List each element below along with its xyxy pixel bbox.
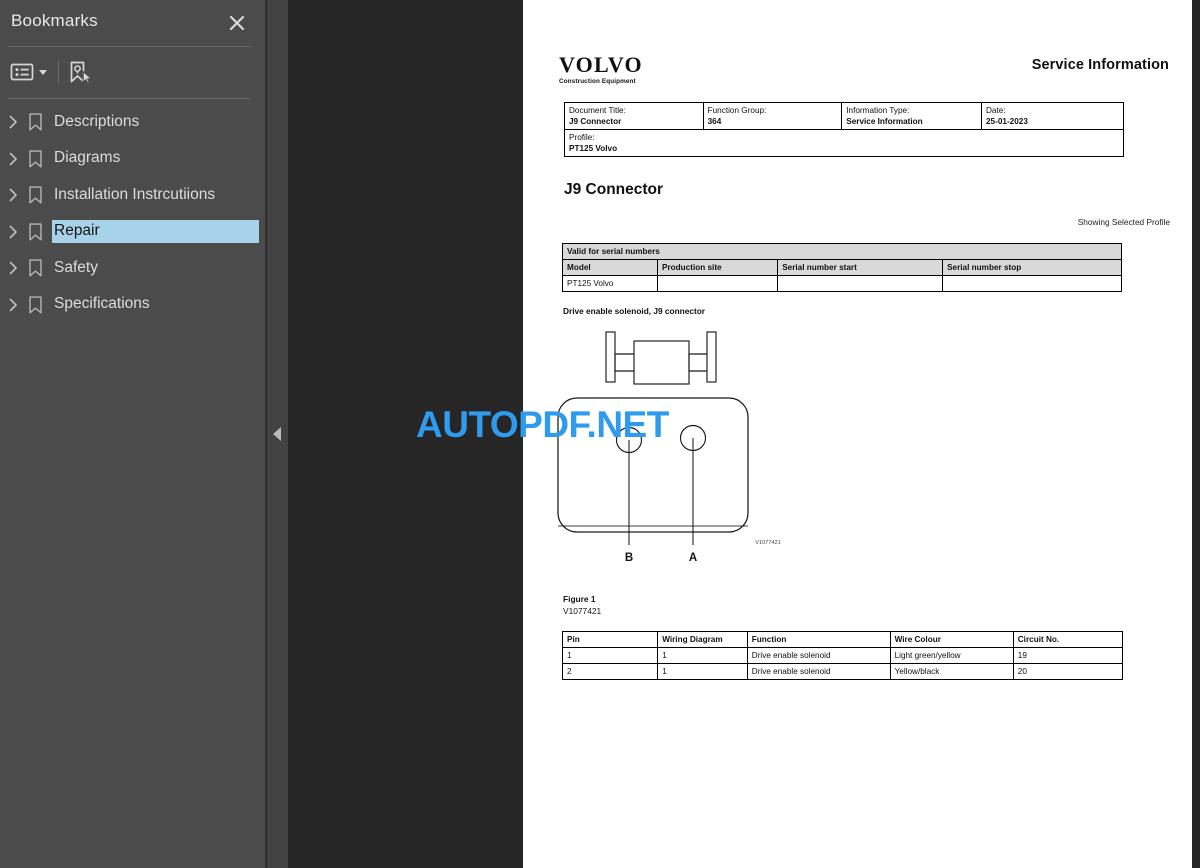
cell-function: Drive enable solenoid: [746, 647, 891, 665]
table-row: Valid for serial numbers: [562, 242, 1122, 261]
column-header-circuit-no: Circuit No.: [1012, 630, 1124, 649]
page-title: J9 Connector: [564, 181, 664, 198]
document-meta-table: Document Title: J9 Connector Function Gr…: [564, 101, 1124, 158]
figure-inline-code: V1077421: [755, 540, 781, 546]
meta-cell-document-title: Document Title: J9 Connector: [564, 101, 704, 131]
showing-selected-profile-note: Showing Selected Profile: [1077, 217, 1170, 227]
column-header-model: Model: [561, 259, 659, 277]
bookmark-icon: [27, 149, 44, 168]
column-header-function: Function: [746, 630, 891, 649]
column-header-production-site: Production site: [657, 259, 779, 277]
figure-caption-heading: Drive enable solenoid, J9 connector: [563, 306, 706, 316]
chevron-right-icon[interactable]: [5, 114, 21, 130]
sidebar-item-repair[interactable]: Repair: [0, 214, 266, 251]
cell-wiring-diagram: 1: [657, 663, 748, 681]
collapse-left-icon[interactable]: [273, 427, 281, 441]
cell-pin: 2: [561, 663, 659, 681]
sidebar-item-label: Specifications: [54, 295, 150, 313]
column-header-wiring-diagram: Wiring Diagram: [657, 630, 748, 649]
pdf-page-viewport: VOLVO Construction Equipment Service Inf…: [288, 0, 1200, 868]
table-row: PT125 Volvo: [561, 275, 1122, 293]
toolbar-divider: [8, 98, 250, 99]
pdf-viewer-window: Bookmarks Descriptions Diagrams Installa…: [0, 0, 1200, 868]
chevron-right-icon[interactable]: [5, 224, 21, 240]
bookmark-icon: [27, 222, 44, 241]
bookmarks-panel-title: Bookmarks: [11, 11, 98, 30]
column-header-serial-stop: Serial number stop: [942, 259, 1122, 277]
bookmark-icon: [27, 295, 44, 314]
chevron-down-icon: [39, 69, 47, 75]
chevron-right-icon[interactable]: [5, 187, 21, 203]
service-information-heading: Service Information: [1031, 57, 1169, 73]
cell-model: PT125 Volvo: [561, 275, 659, 293]
table-row: Document Title: J9 Connector Function Gr…: [564, 101, 1124, 131]
toolbar-separator: [58, 61, 59, 83]
sidebar-item-descriptions[interactable]: Descriptions: [0, 104, 266, 141]
chevron-right-icon[interactable]: [5, 260, 21, 276]
volvo-logo: VOLVO: [559, 52, 643, 77]
figure-id: V1077421: [563, 606, 602, 616]
sidebar-item-label: Safety: [54, 258, 98, 276]
bookmark-icon: [27, 186, 44, 205]
sidebar-item-specifications[interactable]: Specifications: [0, 287, 266, 324]
figure-label: Figure 1: [563, 594, 596, 604]
chevron-right-icon[interactable]: [5, 151, 21, 167]
cell-wire-colour: Light green/yellow: [889, 647, 1014, 665]
bookmarks-sidebar: Bookmarks Descriptions Diagrams Installa…: [0, 0, 266, 868]
cell-function: Drive enable solenoid: [746, 663, 891, 681]
sidebar-item-safety[interactable]: Safety: [0, 250, 266, 287]
meta-cell-profile: Profile: PT125 Volvo: [564, 129, 1124, 158]
pdf-page: VOLVO Construction Equipment Service Inf…: [523, 0, 1192, 868]
sidebar-item-diagrams[interactable]: Diagrams: [0, 141, 266, 178]
list-options-icon[interactable]: [10, 56, 54, 88]
cell-serial-start: [777, 275, 944, 293]
sidebar-collapse-handle[interactable]: [267, 0, 288, 868]
cell-serial-stop: [942, 275, 1122, 293]
cell-wire-colour: Yellow/black: [889, 663, 1014, 681]
cell-circuit-no: 20: [1012, 663, 1124, 681]
bookmark-icon: [27, 259, 44, 278]
column-header-serial-start: Serial number start: [777, 259, 944, 277]
bookmark-icon: [27, 113, 44, 132]
table-row: 1 1 Drive enable solenoid Light green/ye…: [561, 647, 1124, 665]
new-bookmark-icon[interactable]: [66, 56, 100, 88]
table-row: Model Production site Serial number star…: [561, 259, 1122, 277]
cell-production-site: [657, 275, 779, 293]
meta-cell-date: Date: 25-01-2023: [981, 101, 1124, 131]
vertical-scrollbar[interactable]: [1192, 0, 1200, 868]
serial-table-caption: Valid for serial numbers: [562, 242, 1122, 261]
bookmarks-header: Bookmarks: [0, 0, 266, 46]
chevron-right-icon[interactable]: [5, 297, 21, 313]
meta-cell-function-group: Function Group: 364: [702, 101, 843, 131]
sidebar-item-label: Descriptions: [54, 112, 140, 130]
column-header-wire-colour: Wire Colour: [889, 630, 1014, 649]
pin-label-b: B: [625, 552, 633, 564]
bookmarks-toolbar: [0, 47, 266, 98]
sidebar-item-label: Installation Instrcutiions: [54, 185, 216, 203]
close-icon[interactable]: [224, 10, 250, 36]
table-row: 2 1 Drive enable solenoid Yellow/black 2…: [561, 663, 1124, 681]
sidebar-item-installation-instrcutiions[interactable]: Installation Instrcutiions: [0, 177, 266, 214]
cell-wiring-diagram: 1: [657, 647, 748, 665]
pin-label-a: A: [689, 552, 697, 564]
table-row: Pin Wiring Diagram Function Wire Colour …: [561, 630, 1124, 649]
bookmark-list: Descriptions Diagrams Installation Instr…: [0, 104, 266, 323]
serial-numbers-table: Valid for serial numbers Model Productio…: [561, 242, 1122, 293]
meta-cell-information-type: Information Type: Service Information: [841, 101, 982, 131]
column-header-pin: Pin: [561, 630, 659, 649]
cell-pin: 1: [561, 647, 659, 665]
connector-diagram: B A V1077421: [553, 330, 803, 580]
cell-circuit-no: 19: [1012, 647, 1124, 665]
volvo-sublogo: Construction Equipment: [559, 78, 636, 85]
pin-assignment-table: Pin Wiring Diagram Function Wire Colour …: [561, 630, 1124, 681]
sidebar-item-label: Repair: [51, 219, 260, 245]
sidebar-item-label: Diagrams: [54, 149, 121, 167]
table-row: Profile: PT125 Volvo: [564, 129, 1124, 158]
